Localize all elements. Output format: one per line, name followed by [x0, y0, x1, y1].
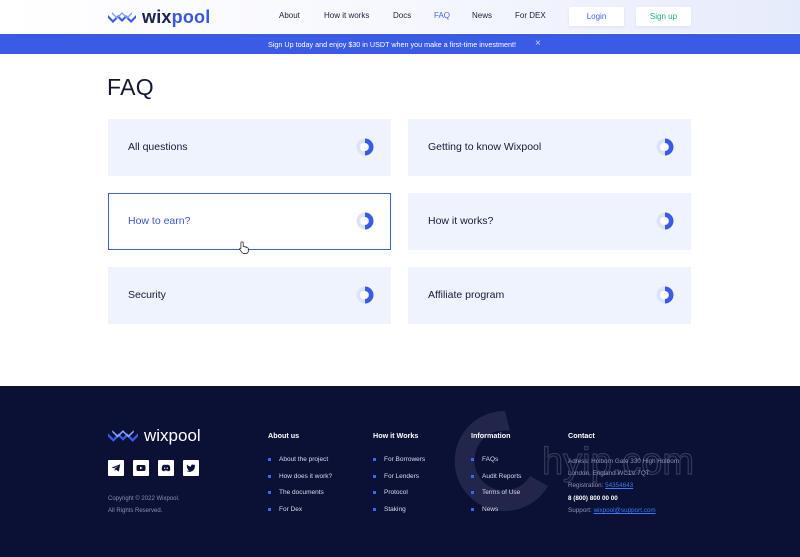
faq-category-affiliate-program[interactable]: Affiliate program — [408, 267, 691, 324]
youtube-icon[interactable] — [133, 460, 149, 476]
faq-category-how-to-earn[interactable]: How to earn? — [108, 193, 391, 250]
close-icon[interactable]: × — [535, 38, 541, 50]
contact-info: Adress: Holborn Gate 330 High Holborn Lo… — [568, 456, 679, 517]
page-title: FAQ — [107, 74, 154, 100]
footer-link[interactable]: Staking — [373, 506, 425, 523]
footer-link[interactable]: About the project — [268, 456, 332, 473]
social-links — [108, 460, 199, 476]
nav-docs[interactable]: Docs — [393, 11, 411, 20]
nav-about[interactable]: About — [279, 11, 300, 20]
footer-link[interactable]: Terms of Use — [471, 489, 521, 506]
footer-link[interactable]: Protocol — [373, 489, 425, 506]
arrow-circle-icon — [356, 286, 374, 304]
wixpool-logo-icon — [108, 429, 138, 442]
footer-col-about: About the project How does it work? The … — [268, 456, 332, 522]
support-email-link[interactable]: wixpool@support.com — [594, 507, 656, 514]
contact-address: Adress: Holborn Gate 330 High Holborn — [568, 458, 680, 465]
arrow-circle-icon — [356, 212, 374, 230]
arrow-circle-icon — [656, 212, 674, 230]
contact-registration: Registration: 54354643 — [568, 482, 634, 490]
promo-banner: Sign Up today and enjoy $30 in USDT when… — [0, 34, 800, 54]
footer-link[interactable]: News — [471, 506, 521, 523]
faq-category-label: Affiliate program — [428, 289, 505, 301]
contact-support: Support: wixpool@support.com — [568, 506, 656, 514]
discord-icon[interactable] — [158, 460, 174, 476]
contact-phone[interactable]: 8 (800) 800 00 00 — [568, 493, 679, 505]
footer-col-title-contact: Contact — [568, 431, 595, 440]
promo-banner-text: Sign Up today and enjoy $30 in USDT when… — [268, 40, 516, 49]
copyright: Copyright © 2022 Wixpool. All Rights Res… — [108, 496, 180, 514]
faq-category-all-questions[interactable]: All questions — [108, 119, 391, 176]
faq-category-how-it-works[interactable]: How it works? — [408, 193, 691, 250]
footer-link[interactable]: For Borrowers — [373, 456, 425, 473]
footer-col-how-it-works: For Borrowers For Lenders Protocol Staki… — [373, 456, 425, 522]
nav-how-it-works[interactable]: How it works — [324, 11, 369, 20]
faq-category-label: All questions — [128, 141, 188, 153]
nav-for-dex[interactable]: For DEX — [515, 11, 546, 20]
footer-link[interactable]: For Lenders — [373, 473, 425, 490]
twitter-icon[interactable] — [183, 460, 199, 476]
footer-link[interactable]: How does it work? — [268, 473, 332, 490]
arrow-circle-icon — [356, 138, 374, 156]
telegram-icon[interactable] — [108, 460, 124, 476]
faq-category-getting-to-know[interactable]: Getting to know Wixpool — [408, 119, 691, 176]
site-footer: hyip.com wixpool Copyright © 2022 Wixpoo… — [0, 386, 800, 557]
footer-link[interactable]: For Dex — [268, 506, 332, 523]
footer-col-information: FAQs Audit Reports Terms of Use News — [471, 456, 521, 522]
faq-category-security[interactable]: Security — [108, 267, 391, 324]
footer-logo-text: wixpool — [144, 426, 201, 445]
footer-col-title-information: Information — [471, 431, 511, 440]
hand-pointer-icon — [239, 241, 249, 254]
faq-category-label: How to earn? — [128, 215, 191, 227]
faq-category-label: How it works? — [428, 215, 494, 227]
nav-faq[interactable]: FAQ — [434, 11, 450, 20]
footer-link[interactable]: The documents — [268, 489, 332, 506]
top-header: wixpool About How it works Docs FAQ News… — [0, 0, 800, 33]
footer-col-title-how-it-works: How it Works — [373, 431, 419, 440]
arrow-circle-icon — [656, 138, 674, 156]
footer-logo[interactable]: wixpool — [108, 426, 201, 446]
footer-link[interactable]: FAQs — [471, 456, 521, 473]
nav-news[interactable]: News — [472, 11, 492, 20]
registration-link[interactable]: 54354643 — [605, 482, 633, 489]
login-button[interactable]: Login — [569, 7, 624, 26]
faq-category-label: Security — [128, 289, 166, 301]
faq-category-label: Getting to know Wixpool — [428, 141, 542, 153]
footer-col-title-about: About us — [268, 431, 300, 440]
contact-address-line2: London, England WC1V 7QT — [568, 470, 650, 478]
arrow-circle-icon — [656, 286, 674, 304]
footer-link[interactable]: Audit Reports — [471, 473, 521, 490]
signup-button[interactable]: Sign up — [636, 7, 691, 26]
